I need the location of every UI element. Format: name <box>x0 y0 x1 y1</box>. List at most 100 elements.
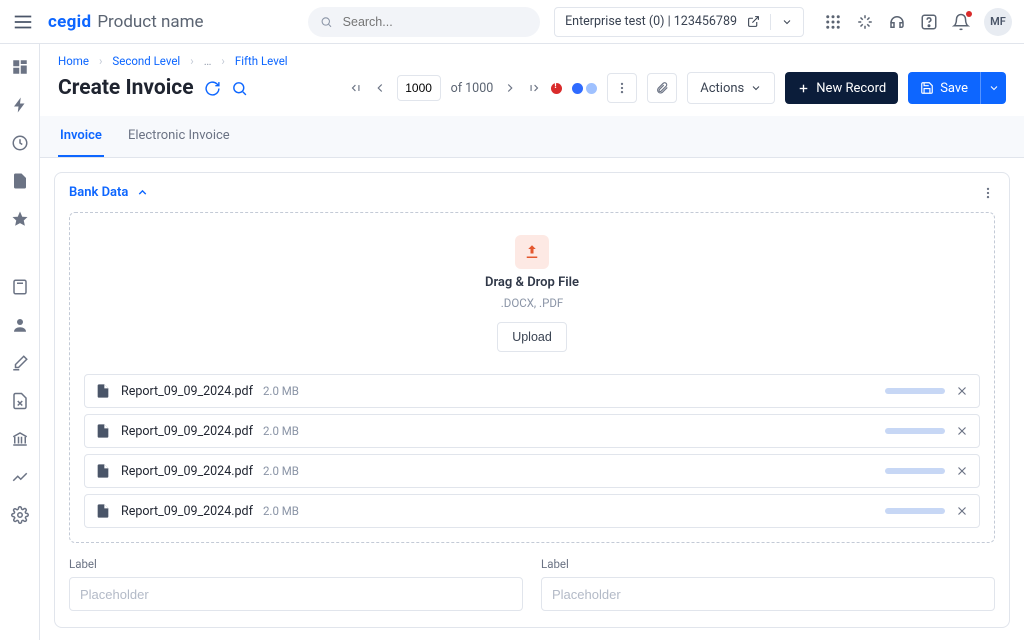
chevron-right-icon: › <box>221 54 224 68</box>
dropzone-title: Drag & Drop File <box>485 275 579 290</box>
upload-button[interactable]: Upload <box>497 322 567 352</box>
menu-icon[interactable] <box>12 11 34 33</box>
brand: cegid Product name <box>48 12 204 32</box>
chevron-down-icon <box>988 82 1000 94</box>
search-input-container[interactable] <box>308 7 540 37</box>
status-dot-icon[interactable] <box>572 83 583 94</box>
save-caret-button[interactable] <box>980 72 1006 104</box>
search-input[interactable] <box>341 14 528 30</box>
sparkle-icon[interactable] <box>856 13 874 31</box>
tab-invoice[interactable]: Invoice <box>58 116 104 157</box>
help-icon[interactable] <box>920 13 938 31</box>
remove-file-icon[interactable] <box>955 464 969 478</box>
bolt-icon[interactable] <box>11 96 29 114</box>
last-page-icon[interactable] <box>527 81 541 95</box>
field-right-label: Label <box>541 557 995 571</box>
page-title: Create Invoice <box>58 76 194 100</box>
sidebar-rail <box>0 44 40 640</box>
field-right-input[interactable] <box>541 577 995 611</box>
file-row: Report_09_09_2024.pdf2.0 MB <box>84 494 980 528</box>
pager: of 1000 <box>349 75 542 101</box>
first-page-icon[interactable] <box>349 81 363 95</box>
document-icon <box>95 383 111 399</box>
status-dot-icon[interactable] <box>586 83 597 94</box>
field-left: Label <box>69 557 523 611</box>
brand-logo: cegid <box>48 12 91 32</box>
chevron-up-icon[interactable] <box>136 186 149 199</box>
chevron-down-icon <box>750 82 762 94</box>
remove-file-icon[interactable] <box>955 384 969 398</box>
file-size: 2.0 MB <box>263 464 299 478</box>
title-bar: Create Invoice of 1000 <box>40 68 1024 116</box>
field-left-label: Label <box>69 557 523 571</box>
error-dot-icon[interactable] <box>551 83 562 94</box>
avatar[interactable]: MF <box>984 8 1012 36</box>
file-x-icon[interactable] <box>11 392 29 410</box>
settings-icon[interactable] <box>11 506 29 524</box>
chevron-right-icon: › <box>190 54 193 68</box>
remove-file-icon[interactable] <box>955 504 969 518</box>
refresh-icon[interactable] <box>204 80 221 97</box>
file-name: Report_09_09_2024.pdf <box>121 384 253 399</box>
breadcrumb-ellipsis[interactable]: … <box>204 54 212 68</box>
new-record-button[interactable]: New Record <box>785 72 898 104</box>
file-row: Report_09_09_2024.pdf 2.0 MB <box>84 414 980 448</box>
save-button[interactable]: Save <box>908 72 980 104</box>
file-size: 2.0 MB <box>263 384 299 398</box>
file-row: Report_09_09_2024.pdf 2.0 MB <box>84 374 980 408</box>
breadcrumb-fifth[interactable]: Fifth Level <box>235 54 288 68</box>
file-name: Report_09_09_2024.pdf <box>121 424 253 439</box>
notifications-icon[interactable] <box>952 13 970 31</box>
file-progress <box>885 468 945 474</box>
document-icon <box>95 463 111 479</box>
breadcrumb-second[interactable]: Second Level <box>112 54 180 68</box>
kebab-button[interactable] <box>607 73 637 103</box>
chevron-right-icon: › <box>99 54 102 68</box>
file-progress <box>885 428 945 434</box>
file-name: Report_09_09_2024.pdf <box>121 464 253 479</box>
plus-icon <box>797 82 810 95</box>
prev-page-icon[interactable] <box>373 81 387 95</box>
apps-icon[interactable] <box>824 13 842 31</box>
dashboard-icon[interactable] <box>11 58 29 76</box>
breadcrumb-home[interactable]: Home <box>58 54 89 68</box>
person-icon[interactable] <box>11 316 29 334</box>
environment-label: Enterprise test (0) | 123456789 <box>565 14 737 29</box>
new-record-label: New Record <box>816 81 886 96</box>
main: Home › Second Level › … › Fifth Level Cr… <box>40 44 1024 640</box>
topbar: cegid Product name Enterprise test (0) |… <box>0 0 1024 44</box>
file-progress <box>885 388 945 394</box>
file-size: 2.0 MB <box>263 424 299 438</box>
dropzone[interactable]: Drag & Drop File .DOCX, .PDF Upload Repo… <box>69 212 995 543</box>
remove-file-icon[interactable] <box>955 424 969 438</box>
file-icon[interactable] <box>11 172 29 190</box>
attach-button[interactable] <box>647 73 677 103</box>
status-dots <box>551 83 597 94</box>
page-input[interactable] <box>397 75 441 101</box>
tab-electronic-invoice[interactable]: Electronic Invoice <box>126 116 232 157</box>
tabs: Invoice Electronic Invoice <box>40 116 1024 158</box>
upload-icon <box>515 235 549 269</box>
edit-icon[interactable] <box>11 354 29 372</box>
save-label: Save <box>940 81 968 96</box>
next-page-icon[interactable] <box>503 81 517 95</box>
calculator-icon[interactable] <box>11 278 29 296</box>
search-icon <box>320 15 333 29</box>
file-progress <box>885 508 945 514</box>
save-icon <box>920 81 934 95</box>
top-icons: MF <box>824 8 1012 36</box>
file-row: Report_09_09_2024.pdf 2.0 MB <box>84 454 980 488</box>
field-left-input[interactable] <box>69 577 523 611</box>
star-icon[interactable] <box>11 210 29 228</box>
clock-icon[interactable] <box>11 134 29 152</box>
bank-icon[interactable] <box>11 430 29 448</box>
trend-icon[interactable] <box>11 468 29 486</box>
dropzone-subtitle: .DOCX, .PDF <box>501 296 564 310</box>
actions-button[interactable]: Actions <box>687 72 775 104</box>
card-more-button[interactable] <box>981 186 995 200</box>
card-title: Bank Data <box>69 185 128 200</box>
search-title-icon[interactable] <box>231 80 248 97</box>
headset-icon[interactable] <box>888 13 906 31</box>
environment-selector[interactable]: Enterprise test (0) | 123456789 <box>554 7 804 37</box>
actions-label: Actions <box>700 81 744 96</box>
